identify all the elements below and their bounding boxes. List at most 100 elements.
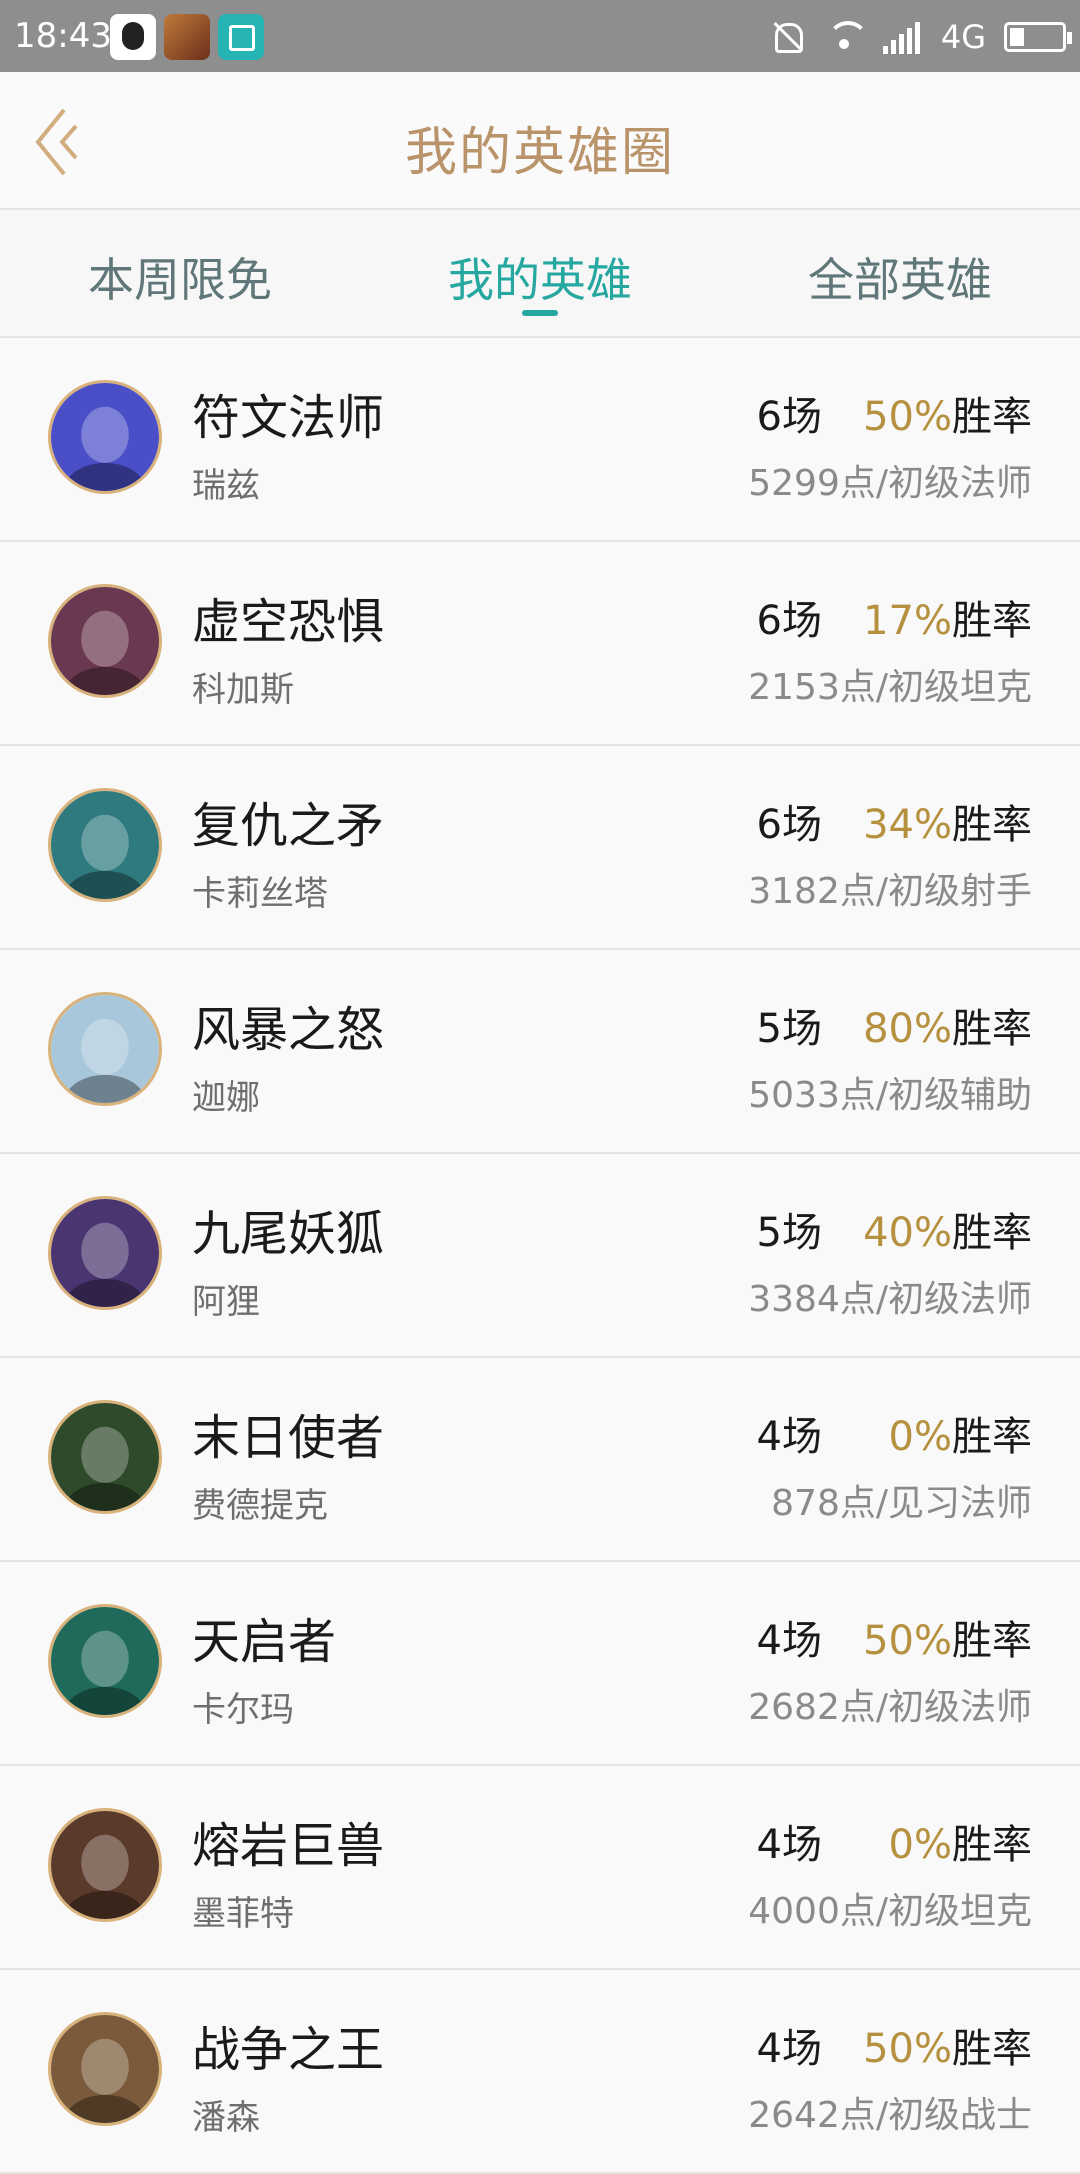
hero-points-rank: 2153点/初级坦克	[748, 667, 1032, 708]
hero-games-count: 4场	[756, 2026, 822, 2072]
hero-games-count: 6场	[756, 598, 822, 644]
hero-avatar	[48, 1808, 162, 1922]
qq-icon	[110, 14, 156, 60]
status-bar: 18:43 4G	[0, 0, 1080, 72]
win-rate-value: 17%	[863, 598, 952, 644]
hero-portrait-icon	[51, 1403, 159, 1511]
signal-icon	[882, 20, 923, 54]
win-rate-label: 胜率	[952, 1822, 1032, 1868]
tab-weekly-free[interactable]: 本周限免	[0, 244, 360, 310]
hero-name: 天启者	[192, 1614, 337, 1670]
win-rate-label: 胜率	[952, 598, 1032, 644]
hero-games-count: 6场	[756, 802, 822, 848]
hero-subname: 阿狸	[192, 1282, 260, 1322]
win-rate-label: 胜率	[952, 802, 1032, 848]
hero-avatar	[48, 584, 162, 698]
win-rate-label: 胜率	[952, 1006, 1032, 1052]
header: 我的英雄圈	[0, 72, 1080, 210]
win-rate-label: 胜率	[952, 1414, 1032, 1460]
win-rate-value: 40%	[863, 1210, 952, 1256]
hero-subname: 瑞兹	[192, 466, 260, 506]
hero-points-rank: 878点/见习法师	[771, 1483, 1032, 1524]
hero-win-rate: 17%胜率	[863, 588, 1032, 646]
hero-name: 熔岩巨兽	[192, 1818, 385, 1874]
hero-portrait-icon	[51, 1811, 159, 1919]
hero-games-count: 5场	[756, 1006, 822, 1052]
hero-name: 复仇之矛	[192, 798, 385, 854]
hero-points-rank: 2642点/初级战士	[748, 2095, 1032, 2136]
active-tab-indicator	[522, 310, 558, 316]
hero-name: 末日使者	[192, 1410, 385, 1466]
hero-points-rank: 2682点/初级法师	[748, 1687, 1032, 1728]
hero-list: 符文法师 瑞兹 6场 50%胜率 5299点/初级法师 虚空恐惧 科加斯 6场 …	[0, 338, 1080, 2174]
win-rate-value: 50%	[863, 1618, 952, 1664]
hero-win-rate: 0%胜率	[889, 1812, 1032, 1870]
win-rate-value: 34%	[863, 802, 952, 848]
hero-name: 战争之王	[192, 2022, 385, 2078]
hero-row[interactable]: 九尾妖狐 阿狸 5场 40%胜率 3384点/初级法师	[0, 1154, 1080, 1358]
hero-avatar	[48, 1400, 162, 1514]
win-rate-value: 0%	[888, 1822, 952, 1868]
hero-win-rate: 80%胜率	[863, 996, 1032, 1054]
hero-name: 九尾妖狐	[192, 1206, 385, 1262]
hero-name: 符文法师	[192, 390, 385, 446]
hero-row[interactable]: 虚空恐惧 科加斯 6场 17%胜率 2153点/初级坦克	[0, 542, 1080, 746]
hero-avatar	[48, 788, 162, 902]
battery-icon	[1004, 22, 1072, 52]
hero-portrait-icon	[51, 995, 159, 1103]
hero-avatar	[48, 992, 162, 1106]
hero-win-rate: 40%胜率	[863, 1200, 1032, 1258]
hero-portrait-icon	[51, 383, 159, 491]
hero-avatar	[48, 380, 162, 494]
hero-games-count: 6场	[756, 394, 822, 440]
win-rate-value: 50%	[863, 394, 952, 440]
hero-portrait-icon	[51, 1199, 159, 1307]
hero-subname: 迦娜	[192, 1078, 260, 1118]
hero-row[interactable]: 末日使者 费德提克 4场 0%胜率 878点/见习法师	[0, 1358, 1080, 1562]
hero-subname: 卡莉丝塔	[192, 874, 328, 914]
hero-points-rank: 3182点/初级射手	[748, 871, 1032, 912]
hero-subname: 卡尔玛	[192, 1690, 294, 1730]
hero-win-rate: 50%胜率	[863, 384, 1032, 442]
tab-all-heroes[interactable]: 全部英雄	[720, 244, 1080, 310]
network-label: 4G	[940, 18, 986, 56]
scan-icon	[218, 14, 264, 60]
hero-points-rank: 5299点/初级法师	[748, 463, 1032, 504]
hero-name: 虚空恐惧	[192, 594, 385, 650]
hero-row[interactable]: 熔岩巨兽 墨菲特 4场 0%胜率 4000点/初级坦克	[0, 1766, 1080, 1970]
wifi-icon	[825, 17, 869, 57]
hero-portrait-icon	[51, 1607, 159, 1715]
hero-games-count: 4场	[756, 1414, 822, 1460]
hero-row[interactable]: 符文法师 瑞兹 6场 50%胜率 5299点/初级法师	[0, 338, 1080, 542]
hero-subname: 潘森	[192, 2098, 260, 2138]
game-app-icon	[164, 14, 210, 60]
hero-portrait-icon	[51, 791, 159, 899]
hero-games-count: 4场	[756, 1618, 822, 1664]
tab-bar: 本周限免 我的英雄 全部英雄	[0, 210, 1080, 338]
hero-row[interactable]: 复仇之矛 卡莉丝塔 6场 34%胜率 3182点/初级射手	[0, 746, 1080, 950]
hero-row[interactable]: 天启者 卡尔玛 4场 50%胜率 2682点/初级法师	[0, 1562, 1080, 1766]
hero-avatar	[48, 2012, 162, 2126]
hero-portrait-icon	[51, 587, 159, 695]
tab-my-heroes[interactable]: 我的英雄	[360, 244, 720, 310]
hero-points-rank: 4000点/初级坦克	[748, 1891, 1032, 1932]
hero-points-rank: 5033点/初级辅助	[748, 1075, 1032, 1116]
hero-win-rate: 50%胜率	[863, 1608, 1032, 1666]
status-icons: 4G	[767, 14, 1072, 60]
hero-row[interactable]: 风暴之怒 迦娜 5场 80%胜率 5033点/初级辅助	[0, 950, 1080, 1154]
hero-row[interactable]: 战争之王 潘森 4场 50%胜率 2642点/初级战士	[0, 1970, 1080, 2174]
win-rate-label: 胜率	[952, 1210, 1032, 1256]
win-rate-label: 胜率	[952, 394, 1032, 440]
hero-subname: 费德提克	[192, 1486, 328, 1526]
hero-portrait-icon	[51, 2015, 159, 2123]
mute-bell-icon	[767, 17, 807, 57]
hero-subname: 墨菲特	[192, 1894, 294, 1934]
hero-win-rate: 0%胜率	[889, 1404, 1032, 1462]
hero-subname: 科加斯	[192, 670, 294, 710]
win-rate-label: 胜率	[952, 2026, 1032, 2072]
win-rate-value: 0%	[888, 1414, 952, 1460]
win-rate-label: 胜率	[952, 1618, 1032, 1664]
hero-win-rate: 50%胜率	[863, 2016, 1032, 2074]
hero-games-count: 5场	[756, 1210, 822, 1256]
hero-name: 风暴之怒	[192, 1002, 385, 1058]
